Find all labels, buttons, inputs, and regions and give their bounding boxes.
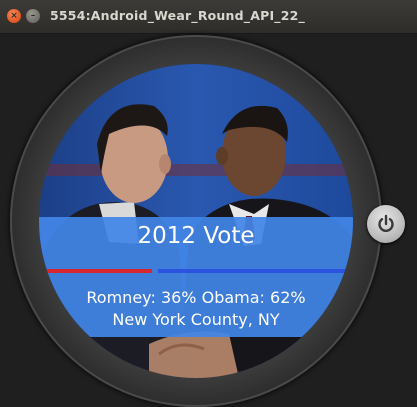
power-icon <box>378 214 394 233</box>
vote-location: New York County, NY <box>112 310 280 329</box>
watch-screen[interactable]: 2012 Vote Romney: 36% Obama: 62% New Yor… <box>39 64 353 378</box>
vote-title: 2012 Vote <box>137 223 255 249</box>
window-minimize-button[interactable]: – <box>26 9 40 23</box>
window-titlebar: × – 5554:Android_Wear_Round_API_22_ <box>0 0 417 34</box>
romney-bar <box>39 269 153 273</box>
window-title: 5554:Android_Wear_Round_API_22_ <box>50 8 306 23</box>
vote-overlay: 2012 Vote Romney: 36% Obama: 62% New Yor… <box>39 217 353 337</box>
power-button[interactable] <box>367 205 405 243</box>
window-close-button[interactable]: × <box>7 9 21 23</box>
obama-bar <box>158 269 353 273</box>
vote-bar <box>39 269 353 273</box>
vote-results: Romney: 36% Obama: 62% <box>86 288 306 307</box>
